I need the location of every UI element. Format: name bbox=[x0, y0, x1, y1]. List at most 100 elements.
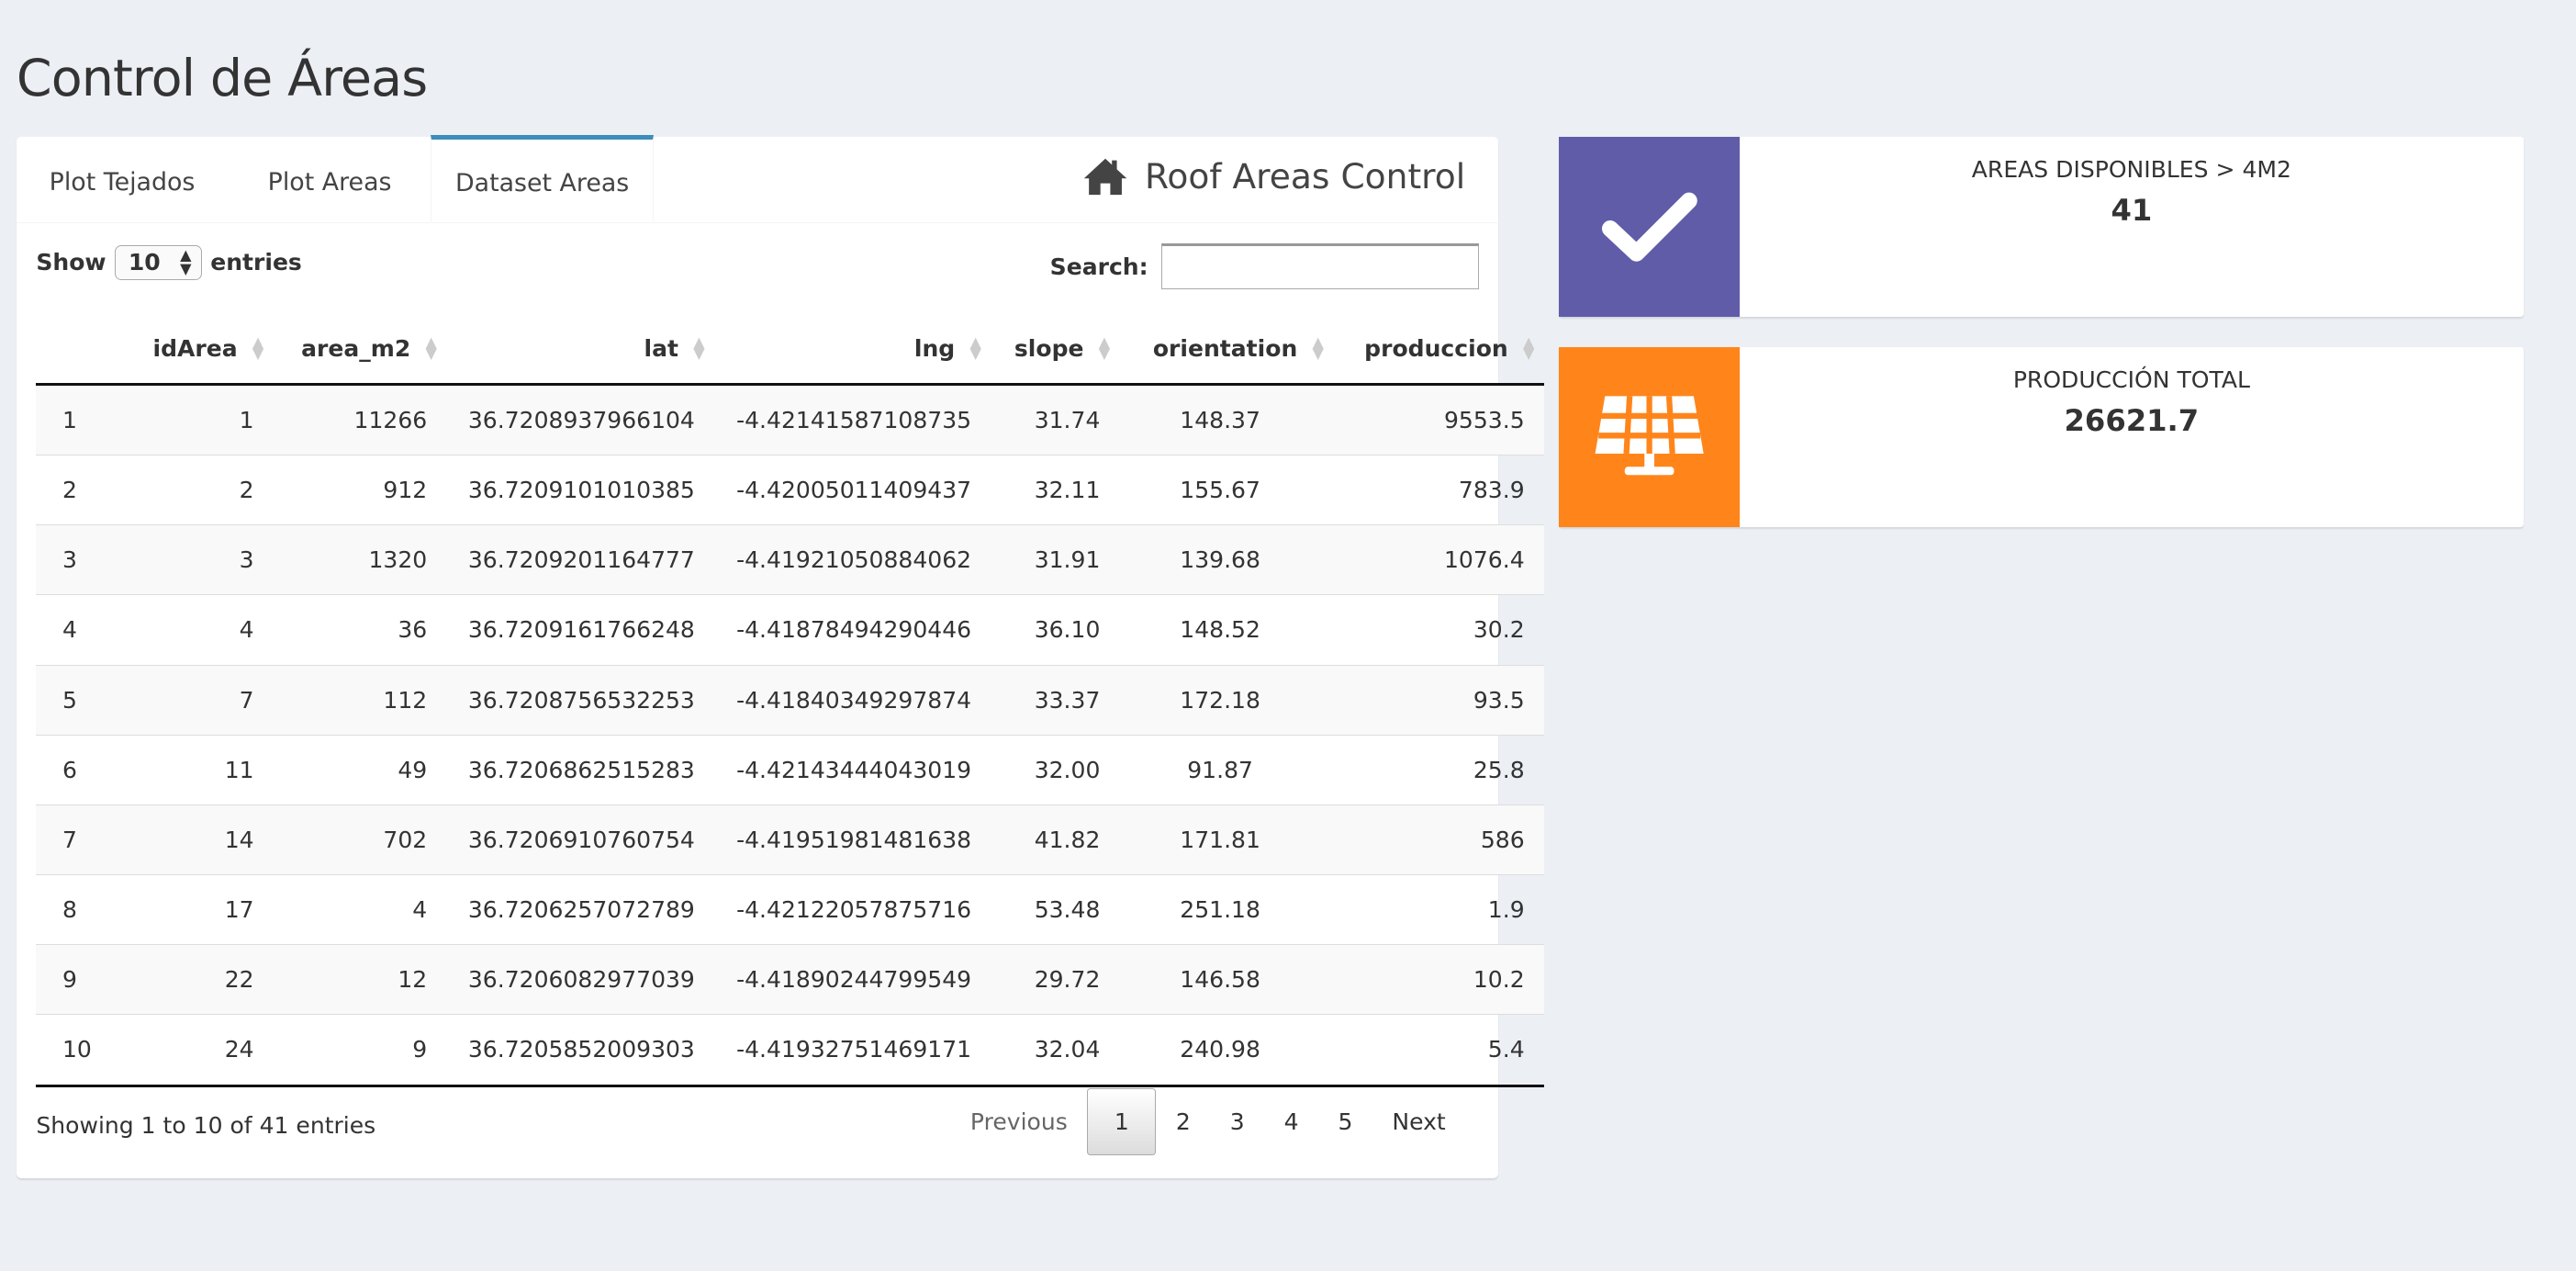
cell-idArea: 24 bbox=[128, 1014, 274, 1087]
cell-slope: 29.72 bbox=[991, 944, 1120, 1015]
column-header-slope[interactable]: slope ▲ ▼ bbox=[991, 313, 1120, 386]
cell-area_m2: 4 bbox=[274, 874, 447, 945]
page-2-button[interactable]: 2 bbox=[1156, 1089, 1210, 1155]
cell-slope: 32.04 bbox=[991, 1014, 1120, 1087]
table-row[interactable]: 3 3 1320 36.7209201164777 -4.41921050884062 3… bbox=[36, 524, 1545, 595]
cell-orientation: 155.67 bbox=[1119, 455, 1334, 525]
cell-slope: 32.00 bbox=[991, 734, 1120, 805]
page-3-button[interactable]: 3 bbox=[1210, 1089, 1264, 1155]
solar-panel-icon bbox=[1595, 396, 1704, 476]
table-row[interactable]: 8 17 4 36.7206257072789 -4.42122057875716 53.… bbox=[36, 874, 1545, 945]
column-header-label: idArea bbox=[152, 334, 238, 362]
cell-idArea: 17 bbox=[128, 874, 274, 945]
table-row[interactable]: 5 7 112 36.7208756532253 -4.41840349297874 33… bbox=[36, 664, 1545, 736]
cell-index: 6 bbox=[36, 734, 129, 805]
cell-produccion: 25.8 bbox=[1333, 734, 1545, 805]
cell-index: 1 bbox=[36, 383, 129, 456]
cell-area_m2: 36 bbox=[274, 594, 447, 666]
cell-lat: 36.7206257072789 bbox=[446, 874, 715, 945]
tab-plot-areas[interactable]: Plot Areas bbox=[268, 137, 392, 222]
table-row[interactable]: 10 24 9 36.7205852009303 -4.41932751469171 32… bbox=[36, 1014, 1545, 1087]
cell-lng: -4.42143444043019 bbox=[714, 734, 991, 805]
tab-bar: Plot Tejados Plot Areas Dataset Areas Ro… bbox=[16, 134, 1499, 223]
column-header-idArea[interactable]: idArea ▲ ▼ bbox=[128, 313, 274, 386]
info-box-production: PRODUCCIÓN TOTAL 26621.7 bbox=[1559, 346, 2524, 528]
cell-lng: -4.42141587108735 bbox=[714, 383, 991, 456]
cell-lat: 36.7206862515283 bbox=[446, 734, 715, 805]
cell-lat: 36.7206082977039 bbox=[446, 944, 715, 1015]
page-1-button[interactable]: 1 bbox=[1087, 1087, 1157, 1156]
column-header-orientation[interactable]: orientation ▲ ▼ bbox=[1119, 313, 1334, 386]
table-row[interactable]: 9 22 12 36.7206082977039 -4.41890244799549 29… bbox=[36, 944, 1545, 1015]
cell-orientation: 139.68 bbox=[1119, 524, 1334, 595]
cell-lat: 36.7205852009303 bbox=[446, 1014, 715, 1087]
tab-dataset-areas[interactable]: Dataset Areas bbox=[430, 134, 655, 222]
updown-arrow-icon: ▲ ▼ bbox=[180, 246, 192, 277]
search-control: Search: bbox=[1049, 242, 1479, 290]
page-5-button[interactable]: 5 bbox=[1318, 1089, 1372, 1155]
cell-lng: -4.41890244799549 bbox=[714, 944, 991, 1015]
cell-produccion: 1076.4 bbox=[1333, 524, 1545, 595]
box-title: Roof Areas Control bbox=[1082, 156, 1465, 197]
info-box-areas: AREAS DISPONIBLES > 4M2 41 bbox=[1559, 136, 2524, 318]
column-header-lng[interactable]: lng ▲ ▼ bbox=[714, 313, 991, 386]
search-label: Search: bbox=[1049, 253, 1148, 280]
previous-button[interactable]: Previous bbox=[950, 1089, 1087, 1155]
info-box-label: AREAS DISPONIBLES > 4M2 bbox=[1971, 155, 2291, 183]
column-header-label: slope bbox=[1014, 334, 1084, 362]
sort-icon: ▲ ▼ bbox=[693, 332, 705, 363]
table-row[interactable]: 1 1 11266 36.7208937966104 -4.42141587108735… bbox=[36, 383, 1545, 456]
table-row[interactable]: 7 14 702 36.7206910760754 -4.41951981481638 4… bbox=[36, 804, 1545, 875]
cell-idArea: 3 bbox=[128, 524, 274, 595]
cell-produccion: 30.2 bbox=[1333, 594, 1545, 666]
cell-idArea: 11 bbox=[128, 734, 274, 805]
info-box-icon-area bbox=[1559, 346, 1741, 528]
tab-box: Plot Tejados Plot Areas Dataset Areas Ro… bbox=[16, 134, 1545, 1179]
cell-produccion: 5.4 bbox=[1333, 1014, 1545, 1087]
cell-lat: 36.7209201164777 bbox=[446, 524, 715, 595]
cell-slope: 53.48 bbox=[991, 874, 1120, 945]
cell-slope: 31.91 bbox=[991, 524, 1120, 595]
sort-icon: ▲ ▼ bbox=[1312, 332, 1324, 363]
table-row[interactable]: 6 11 49 36.7206862515283 -4.42143444043019 32… bbox=[36, 734, 1545, 805]
search-input[interactable] bbox=[1160, 242, 1479, 290]
cell-lng: -4.42122057875716 bbox=[714, 874, 991, 945]
sort-icon: ▲ ▼ bbox=[425, 332, 437, 363]
cell-slope: 32.11 bbox=[991, 455, 1120, 525]
show-label: Show bbox=[36, 249, 106, 276]
cell-index: 2 bbox=[36, 455, 129, 525]
cell-lat: 36.7209101010385 bbox=[446, 455, 715, 525]
table-info: Showing 1 to 10 of 41 entries bbox=[36, 1112, 376, 1140]
cell-lat: 36.7208937966104 bbox=[446, 383, 715, 456]
cell-index: 9 bbox=[36, 944, 129, 1015]
column-header-label: orientation bbox=[1152, 334, 1298, 362]
cell-area_m2: 912 bbox=[274, 455, 447, 525]
cell-orientation: 172.18 bbox=[1119, 664, 1334, 736]
column-header-index bbox=[36, 313, 129, 386]
cell-slope: 31.74 bbox=[991, 383, 1120, 456]
cell-index: 5 bbox=[36, 664, 129, 736]
cell-area_m2: 9 bbox=[274, 1014, 447, 1087]
column-header-area_m2[interactable]: area_m2 ▲ ▼ bbox=[274, 313, 447, 386]
cell-orientation: 91.87 bbox=[1119, 734, 1334, 805]
length-select[interactable]: 10 ▲ ▼ bbox=[114, 244, 203, 280]
cell-produccion: 586 bbox=[1333, 804, 1545, 875]
cell-area_m2: 12 bbox=[274, 944, 447, 1015]
length-control: Show 10 ▲ ▼ entries bbox=[36, 244, 302, 280]
info-box-value: 26621.7 bbox=[2064, 402, 2200, 438]
column-header-label: area_m2 bbox=[301, 334, 411, 362]
cell-area_m2: 702 bbox=[274, 804, 447, 875]
cell-idArea: 14 bbox=[128, 804, 274, 875]
tab-plot-tejados[interactable]: Plot Tejados bbox=[50, 137, 196, 222]
page-4-button[interactable]: 4 bbox=[1264, 1089, 1318, 1155]
sort-icon: ▲ ▼ bbox=[1098, 332, 1111, 363]
table-row[interactable]: 4 4 36 36.7209161766248 -4.41878494290446 36.… bbox=[36, 594, 1545, 666]
column-header-produccion[interactable]: produccion ▲ ▼ bbox=[1333, 313, 1545, 386]
cell-idArea: 2 bbox=[128, 455, 274, 525]
next-button[interactable]: Next bbox=[1372, 1089, 1465, 1155]
table-row[interactable]: 2 2 912 36.7209101010385 -4.42005011409437 32… bbox=[36, 455, 1545, 525]
cell-index: 4 bbox=[36, 594, 129, 666]
areas-table: idArea ▲ ▼ area_m2 ▲ ▼ lat ▲ ▼ lng ▲ ▼ slope ▲ ▼ orient… bbox=[36, 313, 1545, 1087]
info-box-value: 41 bbox=[2111, 192, 2153, 228]
column-header-lat[interactable]: lat ▲ ▼ bbox=[446, 313, 715, 386]
